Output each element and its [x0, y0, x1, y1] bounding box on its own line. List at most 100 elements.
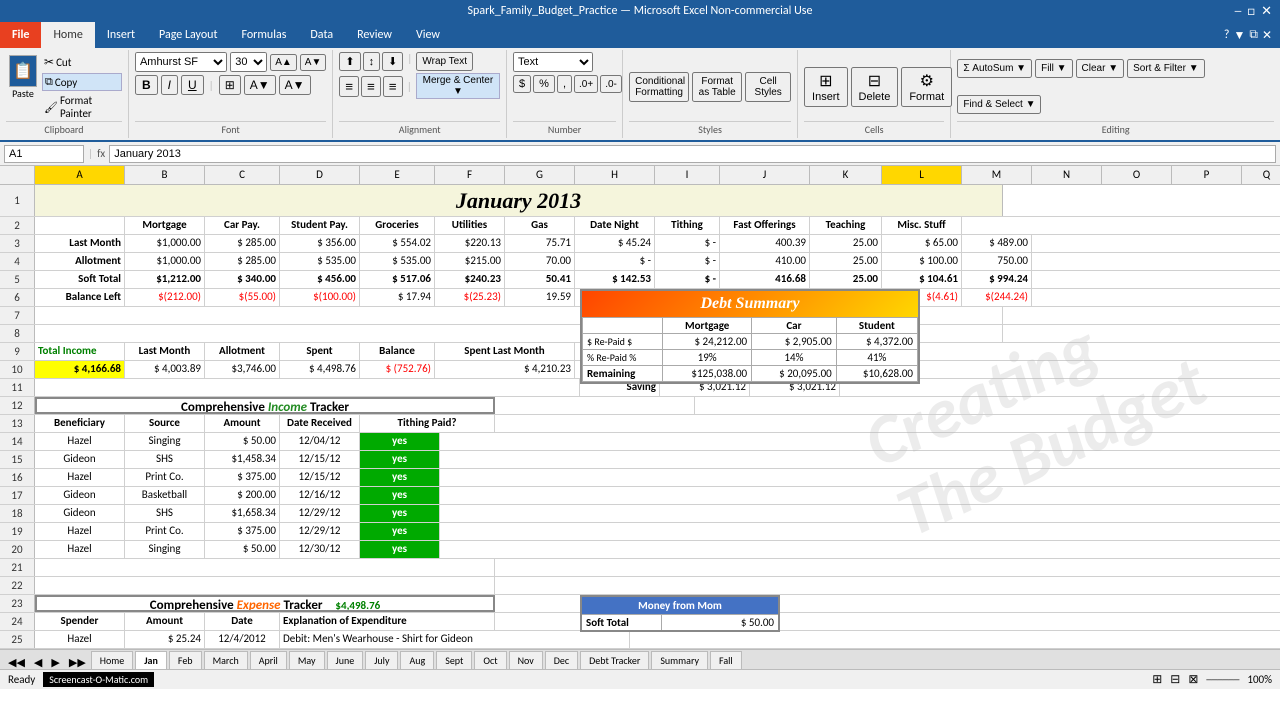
cell[interactable]: Balance Left: [35, 289, 125, 306]
tab-nav-prev[interactable]: ◀: [30, 656, 46, 669]
cell[interactable]: [35, 577, 495, 594]
cell[interactable]: $220.13: [435, 235, 505, 252]
cell[interactable]: $ 4,498.76: [280, 361, 360, 378]
ribbon-tab-pagelayout[interactable]: Page Layout: [147, 22, 229, 48]
cell[interactable]: $ -: [655, 253, 720, 270]
help-icon[interactable]: ?: [1224, 28, 1230, 42]
ribbon-tab-formulas[interactable]: Formulas: [229, 22, 298, 48]
cell[interactable]: $1,000.00: [125, 235, 205, 252]
cell[interactable]: Hazel: [35, 433, 125, 450]
cell[interactable]: $ 535.00: [360, 253, 435, 270]
cell[interactable]: $240.23: [435, 271, 505, 288]
border-btn[interactable]: ⊞: [219, 75, 241, 95]
cell[interactable]: $(244.24): [962, 289, 1032, 306]
cell-a1[interactable]: January 2013: [35, 185, 1003, 216]
cell[interactable]: Print Co.: [125, 469, 205, 486]
cell[interactable]: Tithing Paid?: [360, 415, 495, 432]
cell[interactable]: $ 285.00: [205, 235, 280, 252]
col-header-b[interactable]: B: [125, 166, 205, 184]
col-header-k[interactable]: K: [810, 166, 882, 184]
col-header-j[interactable]: J: [720, 166, 810, 184]
cell[interactable]: $ 100.00: [882, 253, 962, 270]
cell[interactable]: 25.00: [810, 271, 882, 288]
sheet-tab-debt-tracker[interactable]: Debt Tracker: [580, 651, 649, 669]
tab-nav-left[interactable]: ◀◀: [4, 656, 29, 669]
copy-button[interactable]: ⧉Copy: [42, 73, 122, 91]
cell[interactable]: $1,458.34: [205, 451, 280, 468]
cell[interactable]: Misc. Stuff: [882, 217, 962, 234]
cell[interactable]: $ 489.00: [962, 235, 1032, 252]
sort-filter-btn[interactable]: Sort & Filter ▼: [1127, 59, 1204, 78]
tab-nav-next[interactable]: ▶: [47, 656, 63, 669]
align-right-btn[interactable]: ≡: [383, 76, 403, 97]
cell[interactable]: Date Night: [575, 217, 655, 234]
cell[interactable]: Spent Last Month: [435, 343, 575, 360]
currency-btn[interactable]: $: [513, 75, 531, 93]
cell[interactable]: 400.39: [720, 235, 810, 252]
ribbon-tab-insert[interactable]: Insert: [95, 22, 147, 48]
cell[interactable]: yes: [360, 487, 440, 504]
cut-button[interactable]: ✂Cut: [42, 54, 122, 71]
cell[interactable]: 25.00: [810, 235, 882, 252]
cell[interactable]: 12/16/12: [280, 487, 360, 504]
cell[interactable]: Spender: [35, 613, 125, 630]
cell[interactable]: $ 200.00: [205, 487, 280, 504]
cell[interactable]: Hazel: [35, 523, 125, 540]
cell[interactable]: yes: [360, 541, 440, 558]
sheet-tab-home[interactable]: Home: [91, 651, 133, 669]
fill-btn[interactable]: Fill ▼: [1035, 59, 1072, 78]
conditional-formatting-btn[interactable]: Conditional Formatting: [629, 72, 689, 102]
cell[interactable]: Soft Total: [35, 271, 125, 288]
cell[interactable]: $1,212.00: [125, 271, 205, 288]
cell[interactable]: Gas: [505, 217, 575, 234]
col-header-g[interactable]: G: [505, 166, 575, 184]
cell[interactable]: [35, 379, 580, 396]
align-top-btn[interactable]: ⬆: [339, 52, 360, 71]
col-header-a[interactable]: A: [35, 166, 125, 184]
cell[interactable]: $ 517.06: [360, 271, 435, 288]
cell[interactable]: Utilities: [435, 217, 505, 234]
col-header-m[interactable]: M: [962, 166, 1032, 184]
cell[interactable]: Source: [125, 415, 205, 432]
font-name-select[interactable]: Amhurst SF: [135, 52, 227, 72]
sheet-tab-april[interactable]: April: [250, 651, 287, 669]
col-header-f[interactable]: F: [435, 166, 505, 184]
cell[interactable]: $ 65.00: [882, 235, 962, 252]
window-restore-icon[interactable]: ⧉: [1249, 28, 1258, 42]
cell[interactable]: Hazel: [35, 469, 125, 486]
cell[interactable]: $ -: [655, 271, 720, 288]
find-select-btn[interactable]: Find & Select ▼: [957, 95, 1041, 114]
cell[interactable]: Date Received: [280, 415, 360, 432]
align-middle-btn[interactable]: ↕: [363, 52, 381, 71]
cell[interactable]: $ 25.24: [125, 631, 205, 648]
cell[interactable]: $(212.00): [125, 289, 205, 306]
cell[interactable]: 70.00: [505, 253, 575, 270]
cell[interactable]: Date: [205, 613, 280, 630]
cell[interactable]: Debit: Men's Wearhouse - Shirt for Gideo…: [280, 631, 630, 648]
cell[interactable]: Amount: [125, 613, 205, 630]
cell[interactable]: $ 285.00: [205, 253, 280, 270]
cell[interactable]: 750.00: [962, 253, 1032, 270]
cell[interactable]: $ -: [575, 253, 655, 270]
cell[interactable]: $215.00: [435, 253, 505, 270]
bold-btn[interactable]: B: [135, 75, 158, 95]
cell[interactable]: $ 104.61: [882, 271, 962, 288]
delete-btn[interactable]: ⊟Delete: [851, 67, 899, 107]
cell[interactable]: 19.59: [505, 289, 575, 306]
cell[interactable]: $ 45.24: [575, 235, 655, 252]
cell[interactable]: yes: [360, 433, 440, 450]
format-as-table-btn[interactable]: Format as Table: [692, 72, 742, 102]
cell[interactable]: Basketball: [125, 487, 205, 504]
percent-btn[interactable]: %: [533, 75, 555, 93]
sheet-tab-march[interactable]: March: [204, 651, 248, 669]
page-layout-icon[interactable]: ⊟: [1170, 672, 1180, 687]
cell[interactable]: yes: [360, 505, 440, 522]
cell[interactable]: Amount: [205, 415, 280, 432]
comma-btn[interactable]: ,: [557, 75, 572, 93]
number-format-select[interactable]: Text: [513, 52, 593, 72]
ribbon-tab-view[interactable]: View: [404, 22, 452, 48]
minimize-btn[interactable]: ─: [1235, 4, 1242, 19]
cell[interactable]: $ 375.00: [205, 523, 280, 540]
cell[interactable]: 25.00: [810, 253, 882, 270]
zoom-slider[interactable]: ──────: [1206, 673, 1239, 686]
